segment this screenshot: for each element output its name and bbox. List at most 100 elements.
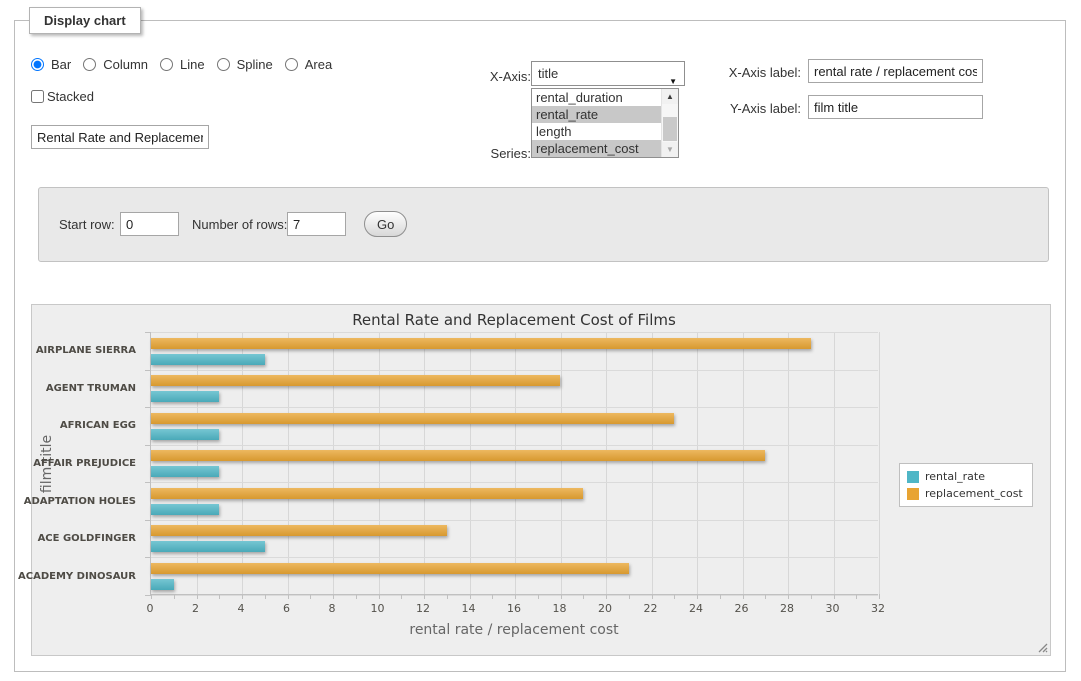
series-label: Series: [445,146,531,161]
start-row-input[interactable] [120,212,179,236]
x-axis-select[interactable]: title ▼ [531,61,685,86]
series-option-rental_duration[interactable]: rental_duration [532,89,661,106]
axis-tick [379,594,380,599]
axis-tick [145,445,151,446]
gridline [151,332,878,333]
display-chart-fieldset: Display chart Bar Column Line Spline Are… [14,20,1066,672]
chart-bar-replacement_cost [151,488,583,499]
category-label: AIRPLANE SIERRA [62,332,143,370]
axis-tick [834,594,835,599]
legend-item-rental_rate[interactable]: rental_rate [907,470,1023,483]
x-tick-label: 12 [403,602,443,615]
radio-column[interactable] [83,58,96,71]
radio-bar[interactable] [31,58,44,71]
stacked-checkbox[interactable] [31,90,44,103]
y-axis-label-input[interactable] [808,95,983,119]
axis-tick [424,594,425,599]
chart-bar-replacement_cost [151,525,447,536]
x-tick-label: 6 [267,602,307,615]
gridline [151,407,878,408]
radio-bar-label[interactable]: Bar [51,57,71,72]
axis-tick [788,594,789,599]
x-tick-label: 32 [858,602,898,615]
x-tick-label: 8 [312,602,352,615]
axis-tick [151,594,152,599]
y-category-labels: AIRPLANE SIERRAAGENT TRUMANAFRICAN EGGAF… [62,332,143,595]
x-tick-label: 20 [585,602,625,615]
radio-line[interactable] [160,58,173,71]
chart-title-input[interactable] [31,125,209,149]
radio-area[interactable] [285,58,298,71]
go-button[interactable]: Go [364,211,407,237]
gridline [424,332,425,594]
gridline [242,332,243,594]
x-axis-select-label: X-Axis: [445,69,531,84]
axis-tick [606,594,607,599]
chart-bar-replacement_cost [151,563,629,574]
chart-bar-rental_rate [151,391,219,402]
axis-tick [720,594,721,599]
axis-tick [538,594,539,599]
num-rows-label: Number of rows: [192,217,287,232]
radio-line-label[interactable]: Line [180,57,205,72]
series-option-replacement_cost[interactable]: replacement_cost [532,140,661,157]
legend-item-replacement_cost[interactable]: replacement_cost [907,487,1023,500]
axis-tick [145,482,151,483]
axis-tick [811,594,812,599]
fieldset-legend: Display chart [29,7,141,34]
axis-tick [743,594,744,599]
axis-tick [470,594,471,599]
series-option-length[interactable]: length [532,123,661,140]
gridline [606,332,607,594]
gridline [697,332,698,594]
axis-tick [401,594,402,599]
legend-swatch-icon [907,471,919,483]
axis-tick [219,594,220,599]
gridline [151,520,878,521]
gridline [151,557,878,558]
gridline [151,370,878,371]
resize-handle-icon[interactable] [1036,641,1048,653]
chart-bar-rental_rate [151,504,219,515]
gridline [197,332,198,594]
axis-tick [765,594,766,599]
category-label: ACADEMY DINOSAUR [62,557,143,595]
gridline [333,332,334,594]
gridline [561,332,562,594]
chart-bar-rental_rate [151,541,265,552]
num-rows-input[interactable] [287,212,346,236]
chart-bar-rental_rate [151,354,265,365]
radio-spline[interactable] [217,58,230,71]
x-axis-label-input[interactable] [808,59,983,83]
radio-column-label[interactable]: Column [103,57,148,72]
x-tick-label: 30 [813,602,853,615]
series-listbox[interactable]: rental_durationrental_ratelengthreplacem… [531,88,679,158]
axis-tick [652,594,653,599]
stacked-label[interactable]: Stacked [47,89,94,104]
axis-tick [583,594,584,599]
radio-area-label[interactable]: Area [305,57,332,72]
scroll-down-icon[interactable]: ▼ [662,142,678,157]
series-listbox-options: rental_durationrental_ratelengthreplacem… [532,89,678,157]
scrollbar-thumb[interactable] [663,117,677,141]
axis-tick [879,594,880,599]
axis-tick [356,594,357,599]
x-tick-label: 22 [631,602,671,615]
gridline [743,332,744,594]
row-range-panel: Start row: Number of rows: Go [38,187,1049,262]
radio-spline-label[interactable]: Spline [237,57,273,72]
gridline [288,332,289,594]
plot-area [150,332,878,595]
x-axis-tick-labels: 02468101214161820222426283032 [150,602,878,616]
start-row-label: Start row: [59,217,115,232]
chart-bar-rental_rate [151,579,174,590]
scroll-up-icon[interactable]: ▲ [662,89,678,104]
x-axis-selected-value: title [538,66,558,81]
series-scrollbar[interactable]: ▲ ▼ [661,89,678,157]
axis-tick [492,594,493,599]
axis-tick [629,594,630,599]
axis-tick [174,594,175,599]
x-axis-title: rental rate / replacement cost [150,622,878,638]
x-tick-label: 28 [767,602,807,615]
series-option-rental_rate[interactable]: rental_rate [532,106,661,123]
